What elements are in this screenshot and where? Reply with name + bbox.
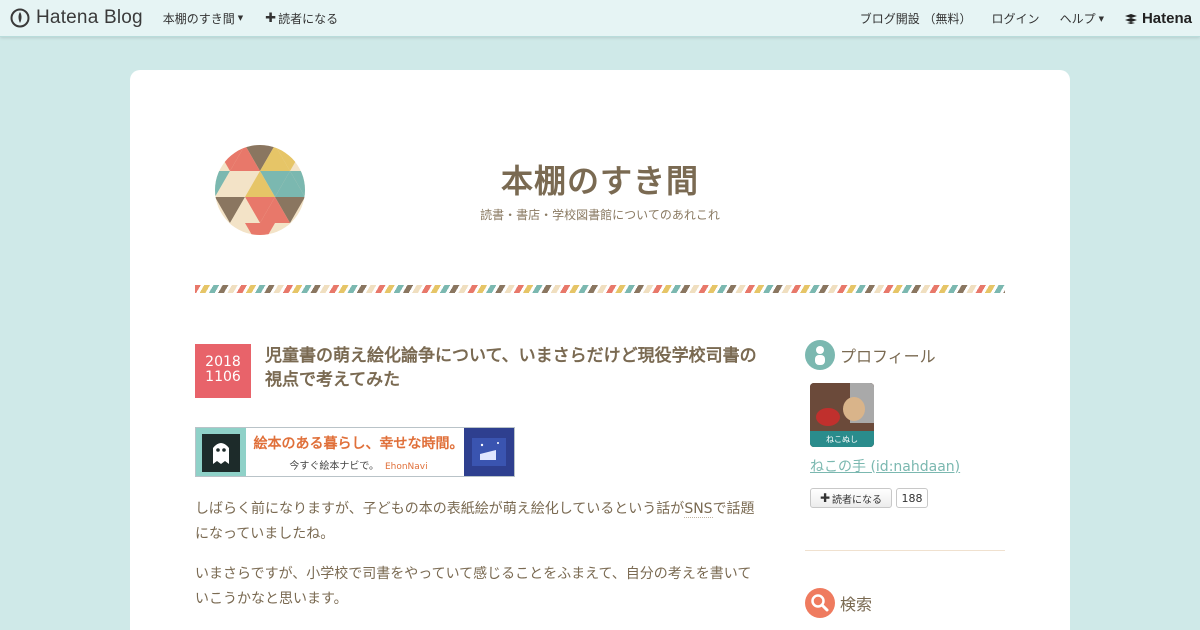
entry-paragraph: しばらく前になりますが、子どもの本の表紙絵が萌え絵化しているという話がSNSで話… (195, 497, 755, 547)
hatena-brand-link[interactable]: Hatena (1124, 10, 1192, 27)
banner-brand: EhonNavi (384, 462, 428, 472)
subscribe-label: 読者になる (278, 11, 339, 26)
banner-headline: 絵本のある暮らし、幸せな時間。 (253, 436, 464, 452)
plus-icon: ✚ (819, 491, 831, 505)
plus-icon: ✚ (265, 10, 277, 26)
banner-right-image (464, 428, 514, 476)
profile-avatar[interactable]: ねこぬし (810, 383, 874, 447)
keyword-link[interactable]: SNS (684, 501, 713, 518)
blog-logo-icon[interactable] (215, 145, 305, 235)
entry-title[interactable]: 児童書の萌え絵化論争について、いまさらだけど現役学校司書の視点で考えてみた (265, 344, 765, 392)
blog-menu-dropdown[interactable]: 本棚のすき間 ▼ (163, 10, 243, 27)
global-header: Hatena Blog 本棚のすき間 ▼ ✚ 読者になる ブログ開設 （無料） … (0, 0, 1200, 37)
hatena-bird-icon (1124, 13, 1137, 24)
blog-menu-label: 本棚のすき間 (162, 11, 235, 26)
help-dropdown[interactable]: ヘルプ ▼ (1060, 10, 1104, 27)
ghost-illustration-icon (202, 434, 240, 472)
entry-date-badge[interactable]: 2018 1106 (195, 344, 251, 398)
sidebar-profile-heading: プロフィール (805, 340, 936, 370)
blog-title[interactable]: 本棚のすき間 (370, 156, 830, 202)
entry-paragraph: いまさらですが、小学校で司書をやっていて感じることをふまえて、自分の考えを書いて… (195, 566, 752, 607)
caret-down-icon: ▼ (1098, 14, 1104, 23)
hatena-blog-logo-icon (10, 8, 30, 28)
paragraph-text: しばらく前になりますが、子どもの本の表紙絵が萌え絵化しているという話が (195, 501, 685, 517)
subscribe-link[interactable]: ✚ 読者になる (265, 10, 338, 27)
logo-text: Hatena Blog (36, 7, 143, 28)
banner-subline: 今すぐ絵本ナビで。 EhonNavi (251, 457, 466, 472)
decorative-stripe-divider (195, 285, 1005, 293)
search-icon (805, 588, 835, 618)
sidebar-subscribe-button[interactable]: ✚ 読者になる (810, 488, 892, 508)
hatena-brand-text: Hatena (1141, 10, 1192, 27)
help-label: ヘルプ (1059, 12, 1096, 26)
ehonnavi-banner-ad[interactable]: 絵本のある暮らし、幸せな時間。 今すぐ絵本ナビで。 EhonNavi (195, 427, 515, 477)
caret-down-icon: ▼ (237, 14, 244, 22)
profile-image-caption: ねこぬし (826, 435, 858, 444)
subscribe-button-label: 読者になる (832, 494, 883, 506)
login-link[interactable]: ログイン (992, 10, 1040, 27)
book-illustration-icon (472, 438, 506, 466)
sidebar-search-heading: 検索 (805, 588, 872, 618)
main-card: 本棚のすき間 読書・書店・学校図書館についてのあれこれ 2018 1106 児童… (130, 70, 1070, 630)
subscriber-count: 188 (896, 488, 928, 508)
start-blog-link[interactable]: ブログ開設 （無料） (860, 10, 972, 27)
banner-subtext: 今すぐ絵本ナビで。 (289, 461, 379, 472)
profile-name-link[interactable]: ねこの手 (id:nahdaan) (810, 456, 960, 476)
blog-description: 読書・書店・学校図書館についてのあれこれ (480, 208, 720, 222)
search-heading-label: 検索 (840, 595, 873, 614)
entry-date-year: 2018 (205, 354, 241, 370)
banner-left-image (196, 428, 246, 476)
cat-photo-icon: ねこぬし (810, 383, 874, 447)
entry-date-monthday: 1106 (205, 369, 241, 385)
hatena-blog-logo[interactable]: Hatena Blog (10, 0, 143, 37)
profile-person-icon (805, 340, 835, 370)
profile-heading-label: プロフィール (840, 347, 936, 366)
sidebar-divider (805, 550, 1005, 551)
